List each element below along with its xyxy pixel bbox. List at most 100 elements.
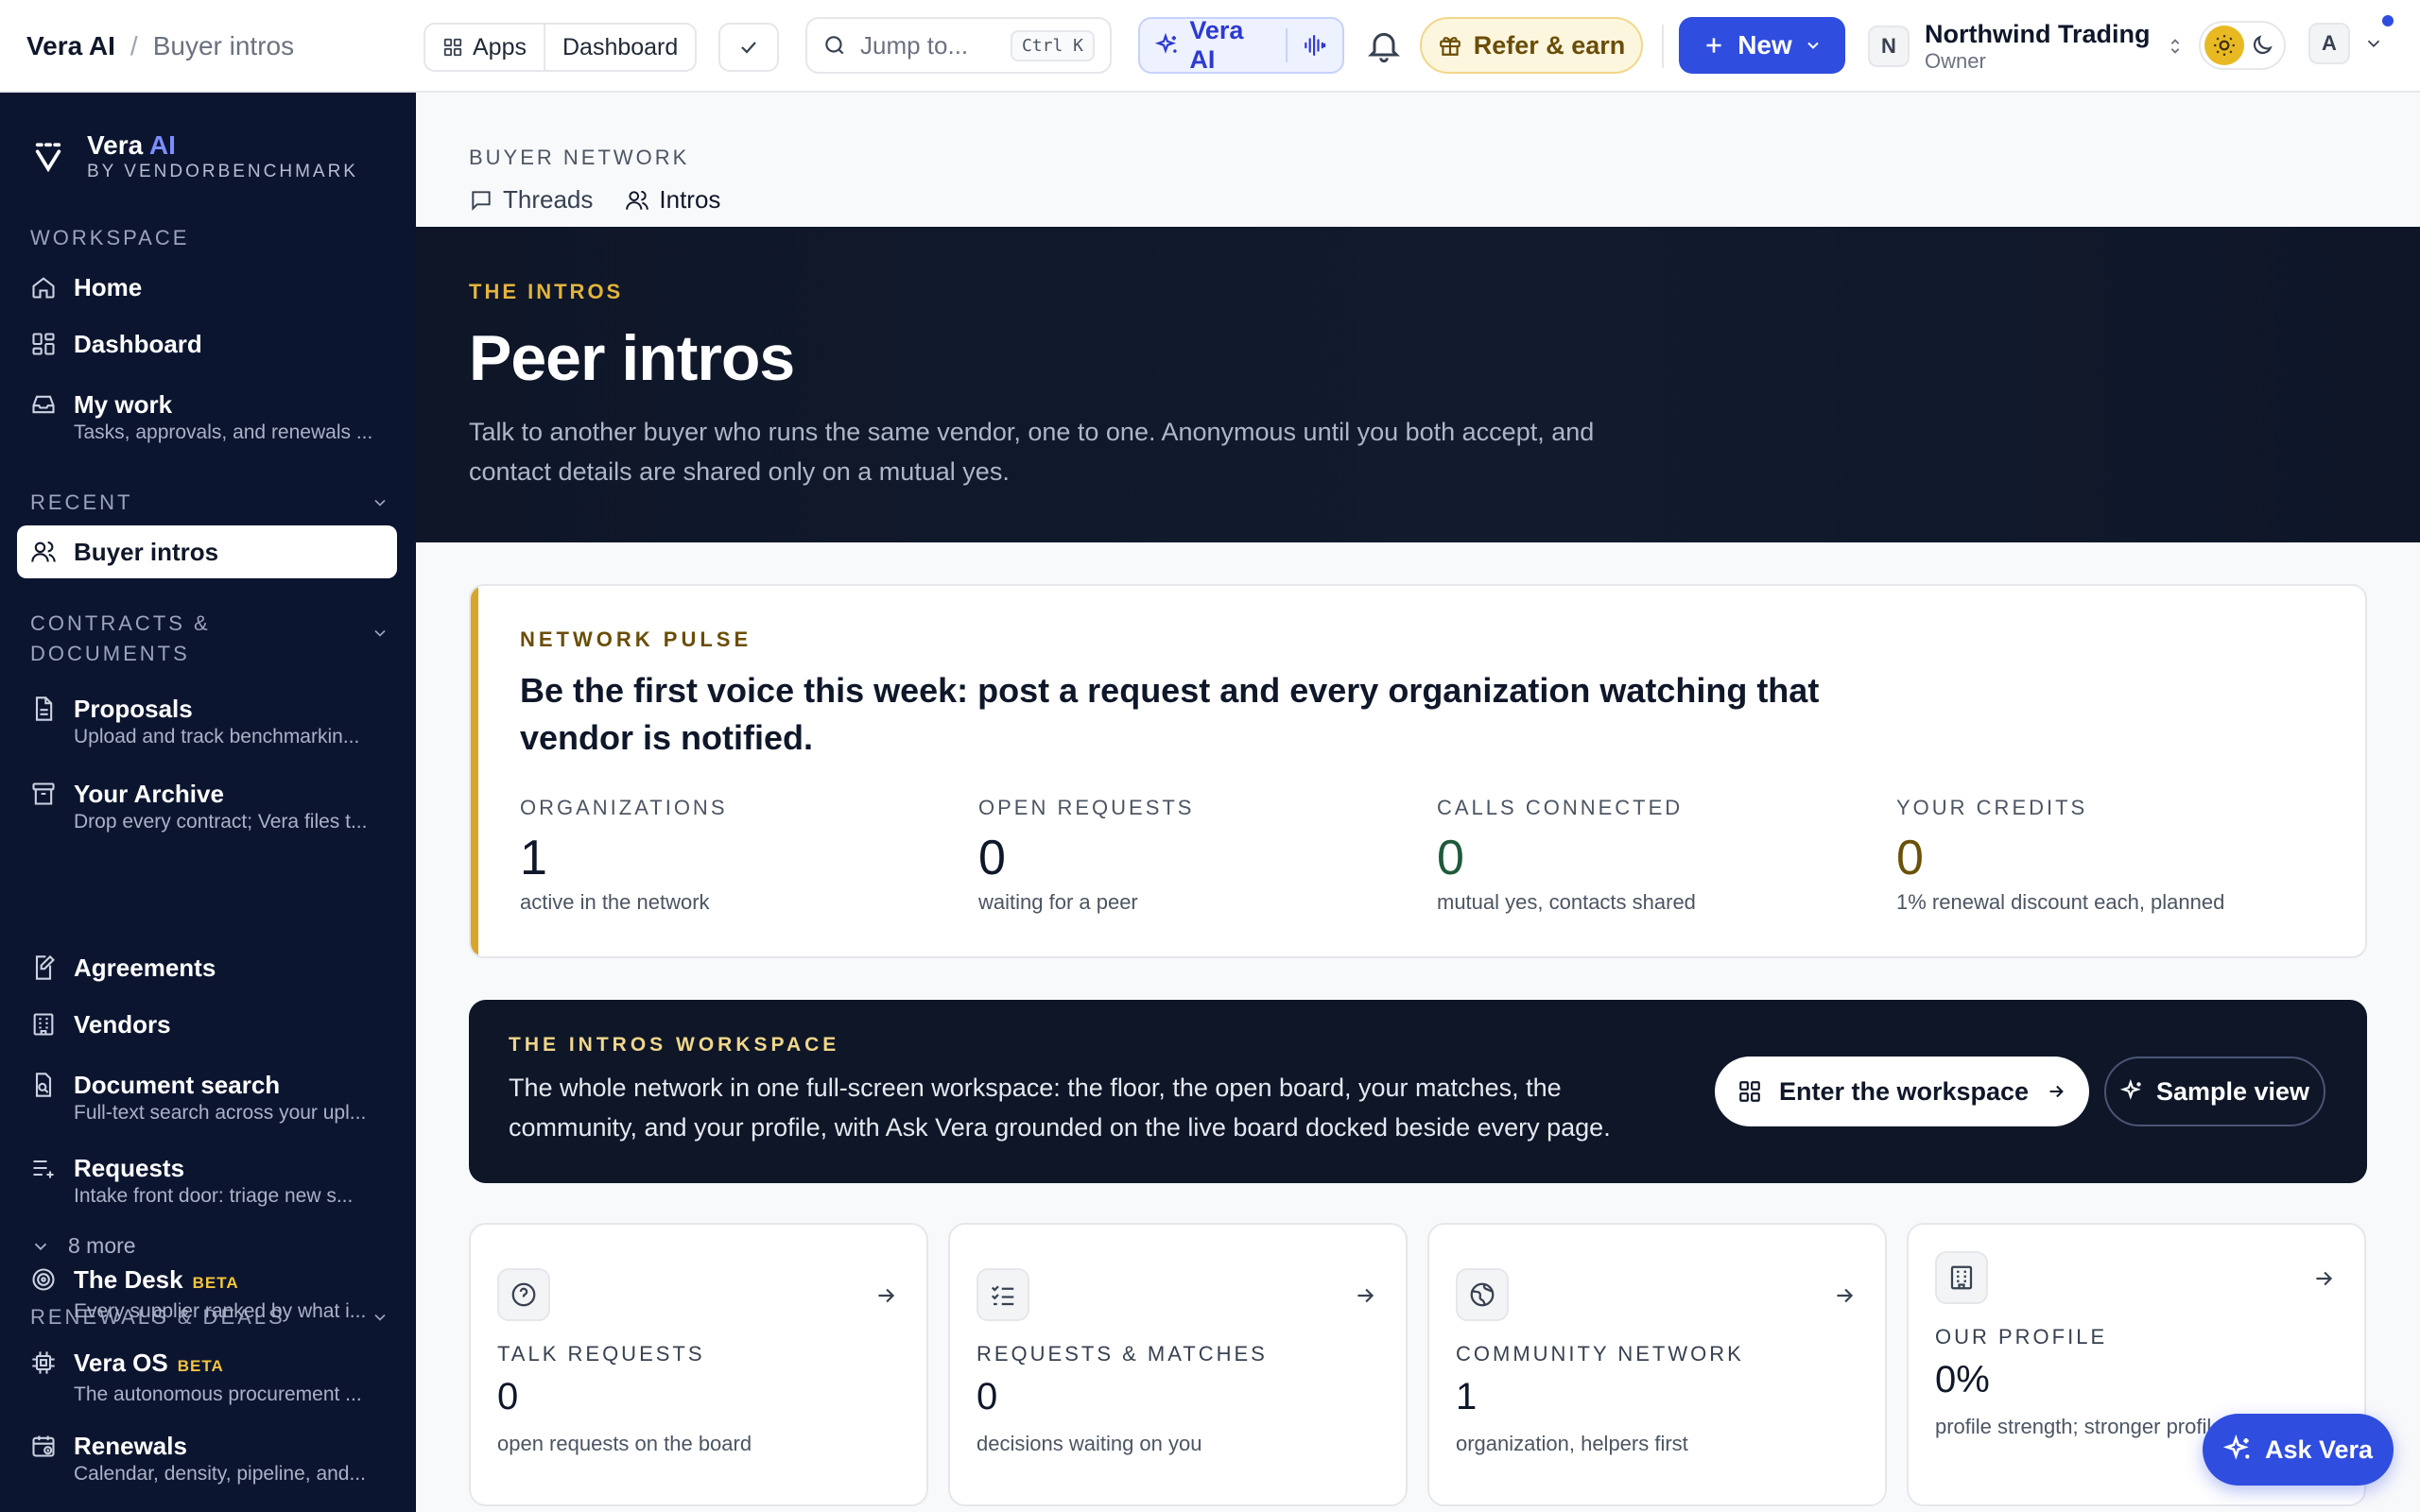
target-icon [32,1268,55,1291]
sidebar-item-label: Renewals [74,1432,187,1460]
top-bar: Vera AI / Buyer intros Apps Dashboard Ju… [0,0,2420,93]
hero-kicker: THE INTROS [469,280,624,303]
sidebar-item-vera-os[interactable]: Vera OS BETA The autonomous procurement .… [30,1348,389,1408]
plus-icon [1706,38,1721,53]
card-value: 0 [497,1376,519,1418]
sidebar-item-sub: The autonomous procurement ... [74,1383,362,1405]
org-switcher[interactable]: N Northwind Trading Owner [1868,13,2186,79]
sidebar-item-label: Vendors [74,1010,171,1039]
sidebar-item-label: Proposals [74,695,193,723]
chevron-down-icon [374,499,386,507]
card-requests-matches[interactable]: REQUESTS & MATCHES 0 decisions waiting o… [948,1223,1408,1506]
sidebar-item-buyer-intros[interactable]: Buyer intros [17,525,397,578]
file-signature-icon [35,954,55,980]
voice-waveform-icon[interactable] [1303,32,1327,59]
arrow-right-icon [1837,1288,1854,1303]
users-icon [626,190,649,210]
sidebar-item-sub: Tasks, approvals, and renewals ... [74,421,373,443]
sidebar-item-agreements[interactable]: Agreements [30,953,389,983]
new-button[interactable]: New [1679,17,1845,74]
tab-intros[interactable]: Intros [625,185,720,215]
dashboard-label: Dashboard [562,33,679,60]
search-shortcut: Ctrl K [1010,29,1095,61]
sidebar-item-document-search[interactable]: Document search Full-text search across … [30,1070,389,1126]
sidebar-item-sub: Full-text search across your upl... [74,1102,367,1124]
sidebar-more-button[interactable]: 8 more [30,1232,389,1259]
card-talk-requests[interactable]: TALK REQUESTS 0 open requests on the boa… [469,1223,928,1506]
card-value: 0 [977,1376,998,1418]
card-community-network[interactable]: COMMUNITY NETWORK 1 organization, helper… [1427,1223,1887,1506]
grid-icon [443,38,462,57]
card-value: 1 [1456,1376,1478,1418]
chevron-down-icon [2367,40,2380,48]
vera-ai-label: Vera AI [1189,16,1244,74]
jump-to-search[interactable]: Jump to... Ctrl K [805,17,1112,74]
sidebar-item-dashboard[interactable]: Dashboard [30,329,389,359]
message-square-icon [472,190,491,211]
org-name: Northwind Trading [1925,20,2151,48]
sample-view-button[interactable]: Sample view [2104,1057,2325,1126]
tab-threads[interactable]: Threads [469,185,593,215]
sidebar-item-proposals[interactable]: Proposals Upload and track benchmarkin..… [30,694,389,750]
theme-toggle[interactable] [2199,21,2286,70]
tab-bar: Threads Intros [469,185,720,215]
page-title: Peer intros [469,322,795,394]
check-icon [741,42,756,54]
sidebar-item-your-archive[interactable]: Your Archive Drop every contract; Vera f… [30,779,389,835]
sidebar-item-vendors[interactable]: Vendors [30,1009,389,1040]
org-role: Owner [1925,49,1986,73]
arrow-right-icon [1357,1288,1374,1303]
sidebar-item-my-work[interactable]: My work Tasks, approvals, and renewals .… [30,389,389,446]
refer-earn-button[interactable]: Refer & earn [1420,17,1643,74]
sidebar-item-requests[interactable]: Requests Intake front door: triage new s… [30,1153,389,1210]
breadcrumb-current: Buyer intros [152,31,295,60]
stat-value: 0 [1437,831,1464,885]
sidebar-item-label: Agreements [74,954,216,982]
pulse-headline: Be the first voice this week: post a req… [520,671,1820,757]
search-placeholder: Jump to... [860,30,969,60]
hero-banner: THE INTROS Peer intros Talk to another b… [416,227,2420,542]
intros-workspace-banner: THE INTROS WORKSPACE The whole network i… [469,1000,2367,1183]
sidebar-item-home[interactable]: Home [30,272,389,302]
sidebar-item-sub: Every supplier ranked by what i... [74,1300,367,1322]
arrow-right-icon [2316,1271,2333,1286]
section-contracts-documents[interactable]: CONTRACTS & DOCUMENTS [30,609,389,669]
pulse-kicker: NETWORK PULSE [520,627,752,651]
sidebar-item-sub: Drop every contract; Vera files t... [74,811,368,833]
file-icon [35,696,53,721]
beta-badge: BETA [177,1357,224,1375]
stat-open-requests: OPEN REQUESTS 0 waiting for a peer [978,796,1394,915]
sidebar-item-label: The Desk BETA [74,1265,239,1294]
chevron-down-icon [374,629,386,637]
sidebar-item-renewals[interactable]: Renewals Calendar, density, pipeline, an… [30,1431,389,1487]
bell-icon[interactable] [1365,26,1403,64]
apps-button[interactable]: Apps [425,25,544,70]
building-icon [33,1013,54,1036]
light-mode-option[interactable] [2204,26,2244,65]
section-recent[interactable]: RECENT [30,488,389,518]
enter-workspace-button[interactable]: Enter the workspace [1715,1057,2089,1126]
dashboard-button[interactable]: Dashboard [543,25,695,70]
sidebar-item-sub: Upload and track benchmarkin... [74,726,360,747]
arrow-right-icon [878,1288,895,1303]
sidebar-item-label: My work [74,390,173,419]
sidebar-item-label: Document search [74,1071,281,1099]
list-checks-icon [991,1285,1014,1306]
user-menu[interactable]: A [2308,15,2394,64]
brand-logo[interactable]: Vera AI BY VENDORBENCHMARK [32,130,358,183]
vera-ai-button[interactable]: Vera AI [1138,16,1344,74]
stat-value: 0 [978,831,1006,885]
ask-vera-button[interactable]: Ask Vera [2203,1414,2394,1486]
refer-label: Refer & earn [1473,30,1626,60]
moon-icon[interactable] [2250,33,2274,58]
archive-icon [32,782,55,805]
breadcrumb-root[interactable]: Vera AI [26,31,115,61]
stat-calls-connected: CALLS CONNECTED 0 mutual yes, contacts s… [1437,796,1853,915]
tasks-check-button[interactable] [718,23,779,72]
workspace-kicker: THE INTROS WORKSPACE [509,1034,840,1056]
brand-name: Vera AI [87,130,176,160]
stat-organizations: ORGANIZATIONS 1 active in the network [520,796,936,915]
sidebar-item-the-desk[interactable]: The Desk BETA Every supplier ranked by wh… [30,1264,389,1325]
vera-logo-icon [35,143,61,173]
users-icon [31,541,56,562]
